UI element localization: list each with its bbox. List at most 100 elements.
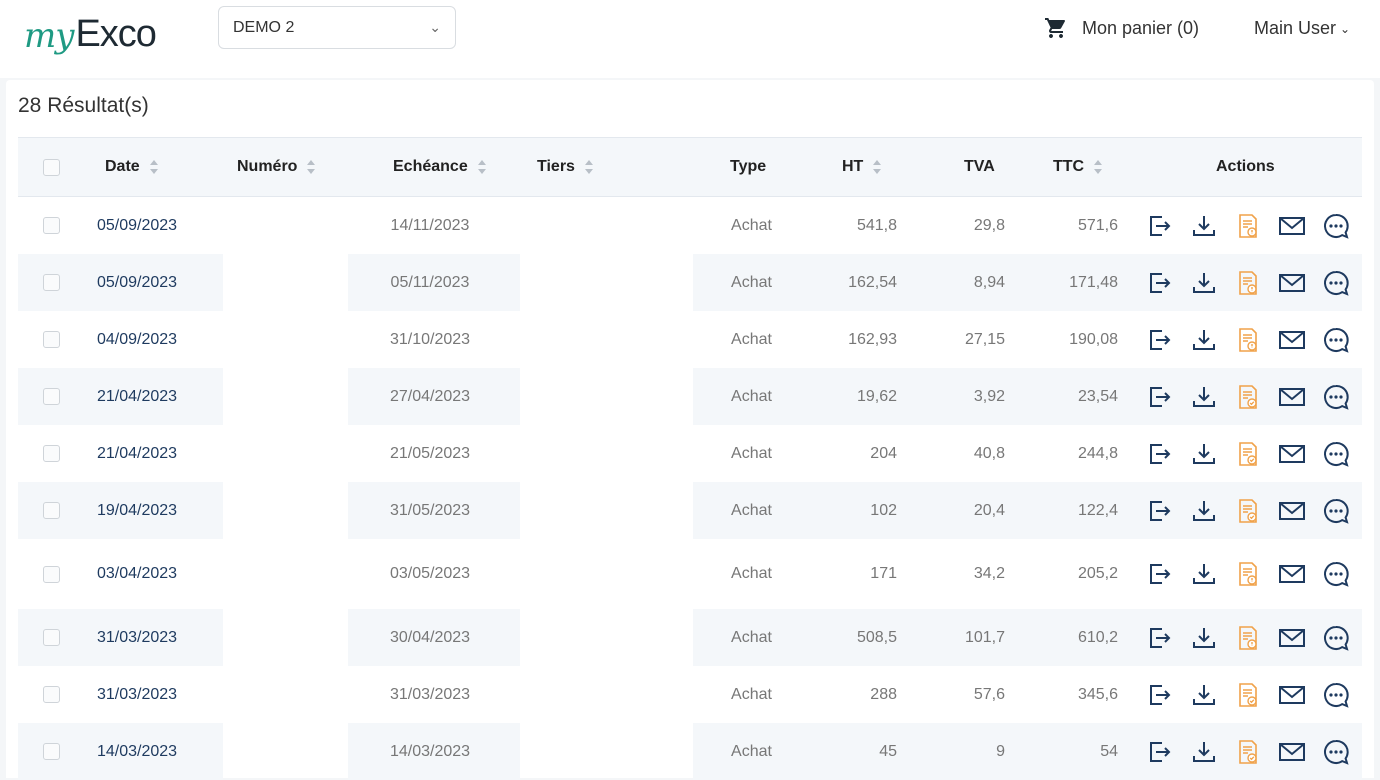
row-checkbox[interactable] [43, 609, 60, 666]
chat-icon[interactable] [1314, 723, 1358, 780]
download-icon[interactable] [1182, 425, 1226, 482]
table-row[interactable]: 21/04/2023 27/04/2023 Achat 19,62 3,92 23,54 [18, 368, 1362, 425]
mail-icon[interactable] [1270, 197, 1314, 254]
company-select[interactable]: DEMO 2 ⌄ [218, 6, 456, 49]
download-icon[interactable] [1182, 197, 1226, 254]
chat-icon[interactable] [1314, 539, 1358, 609]
row-checkbox[interactable] [43, 666, 60, 723]
row-checkbox[interactable] [43, 539, 60, 609]
chat-icon[interactable] [1314, 425, 1358, 482]
col-numero-header[interactable]: Numéro [237, 138, 316, 196]
cell-date[interactable]: 21/04/2023 [97, 425, 177, 482]
download-icon[interactable] [1182, 723, 1226, 780]
table-row[interactable]: 31/03/2023 31/03/2023 Achat 288 57,6 345,6 [18, 666, 1362, 723]
chat-icon[interactable] [1314, 197, 1358, 254]
document-check-icon[interactable] [1226, 666, 1270, 723]
table-row[interactable]: 05/09/2023 05/11/2023 Achat 162,54 8,94 171,4… [18, 254, 1362, 311]
mail-icon[interactable] [1270, 425, 1314, 482]
cell-date[interactable]: 14/03/2023 [97, 723, 177, 780]
chat-icon[interactable] [1314, 368, 1358, 425]
col-echeance-header[interactable]: Echéance [393, 138, 486, 196]
mail-icon[interactable] [1270, 254, 1314, 311]
cell-date[interactable]: 19/04/2023 [97, 482, 177, 539]
cell-ht: 508,5 [856, 628, 897, 646]
document-check-icon[interactable] [1226, 723, 1270, 780]
cell-echeance: 27/04/2023 [389, 387, 471, 405]
table-row[interactable]: 19/04/2023 31/05/2023 Achat 102 20,4 122,4 [18, 482, 1362, 539]
mail-icon[interactable] [1270, 723, 1314, 780]
row-checkbox[interactable] [43, 311, 60, 368]
row-checkbox[interactable] [43, 482, 60, 539]
download-icon[interactable] [1182, 609, 1226, 666]
document-alert-icon[interactable] [1226, 197, 1270, 254]
row-checkbox[interactable] [43, 425, 60, 482]
chat-icon[interactable] [1314, 609, 1358, 666]
download-icon[interactable] [1182, 368, 1226, 425]
col-tiers-header[interactable]: Tiers [537, 138, 593, 196]
cell-date[interactable]: 03/04/2023 [97, 539, 177, 609]
cell-ttc: 345,6 [1077, 685, 1118, 703]
download-icon[interactable] [1182, 482, 1226, 539]
document-check-icon[interactable] [1226, 425, 1270, 482]
table-body: 05/09/2023 14/11/2023 Achat 541,8 29,8 571,6 0… [18, 197, 1362, 780]
document-alert-icon[interactable] [1226, 539, 1270, 609]
mail-icon[interactable] [1270, 368, 1314, 425]
document-check-icon[interactable] [1226, 482, 1270, 539]
download-icon[interactable] [1182, 254, 1226, 311]
export-icon[interactable] [1138, 723, 1182, 780]
download-icon[interactable] [1182, 666, 1226, 723]
row-checkbox[interactable] [43, 723, 60, 780]
mail-icon[interactable] [1270, 482, 1314, 539]
cell-date[interactable]: 31/03/2023 [97, 666, 177, 723]
cell-date[interactable]: 04/09/2023 [97, 311, 177, 368]
chat-icon[interactable] [1314, 666, 1358, 723]
col-date-header[interactable]: Date [105, 138, 158, 196]
download-icon[interactable] [1182, 539, 1226, 609]
myexco-logo[interactable]: my Exco [24, 4, 157, 56]
table-row[interactable]: 14/03/2023 14/03/2023 Achat 45 9 54 [18, 723, 1362, 780]
col-ht-header[interactable]: HT [842, 138, 882, 196]
table-row[interactable]: 31/03/2023 30/04/2023 Achat 508,5 101,7 610,2 [18, 609, 1362, 666]
mail-icon[interactable] [1270, 311, 1314, 368]
col-type-label: Type [730, 158, 767, 175]
document-alert-icon[interactable] [1226, 609, 1270, 666]
col-actions-header: Actions [1216, 138, 1275, 196]
cell-date[interactable]: 21/04/2023 [97, 368, 177, 425]
invoices-table: Date Numéro Echéance Tiers Type HT TVA T… [18, 137, 1362, 780]
export-icon[interactable] [1138, 197, 1182, 254]
cell-date[interactable]: 05/09/2023 [97, 197, 177, 254]
export-icon[interactable] [1138, 666, 1182, 723]
document-alert-icon[interactable] [1226, 254, 1270, 311]
document-alert-icon[interactable] [1226, 311, 1270, 368]
cell-date[interactable]: 31/03/2023 [97, 609, 177, 666]
cell-date[interactable]: 05/09/2023 [97, 254, 177, 311]
chat-icon[interactable] [1314, 311, 1358, 368]
row-checkbox[interactable] [43, 368, 60, 425]
export-icon[interactable] [1138, 368, 1182, 425]
table-row[interactable]: 05/09/2023 14/11/2023 Achat 541,8 29,8 571,6 [18, 197, 1362, 254]
select-all-checkbox[interactable] [43, 138, 60, 196]
user-menu[interactable]: Main User ⌄ [1254, 18, 1350, 39]
chat-icon[interactable] [1314, 254, 1358, 311]
export-icon[interactable] [1138, 539, 1182, 609]
export-icon[interactable] [1138, 254, 1182, 311]
cart-button[interactable]: Mon panier (0) [1044, 16, 1199, 40]
table-row[interactable]: 21/04/2023 21/05/2023 Achat 204 40,8 244,8 [18, 425, 1362, 482]
row-checkbox[interactable] [43, 197, 60, 254]
document-check-icon[interactable] [1226, 368, 1270, 425]
export-icon[interactable] [1138, 425, 1182, 482]
cell-ttc: 171,48 [1069, 273, 1118, 291]
export-icon[interactable] [1138, 311, 1182, 368]
cell-ttc: 571,6 [1077, 216, 1118, 234]
mail-icon[interactable] [1270, 539, 1314, 609]
mail-icon[interactable] [1270, 609, 1314, 666]
row-checkbox[interactable] [43, 254, 60, 311]
download-icon[interactable] [1182, 311, 1226, 368]
mail-icon[interactable] [1270, 666, 1314, 723]
export-icon[interactable] [1138, 482, 1182, 539]
chat-icon[interactable] [1314, 482, 1358, 539]
export-icon[interactable] [1138, 609, 1182, 666]
table-row[interactable]: 03/04/2023 03/05/2023 Achat 171 34,2 205,2 [18, 539, 1362, 609]
col-ttc-header[interactable]: TTC [1053, 138, 1103, 196]
table-row[interactable]: 04/09/2023 31/10/2023 Achat 162,93 27,15 190,… [18, 311, 1362, 368]
